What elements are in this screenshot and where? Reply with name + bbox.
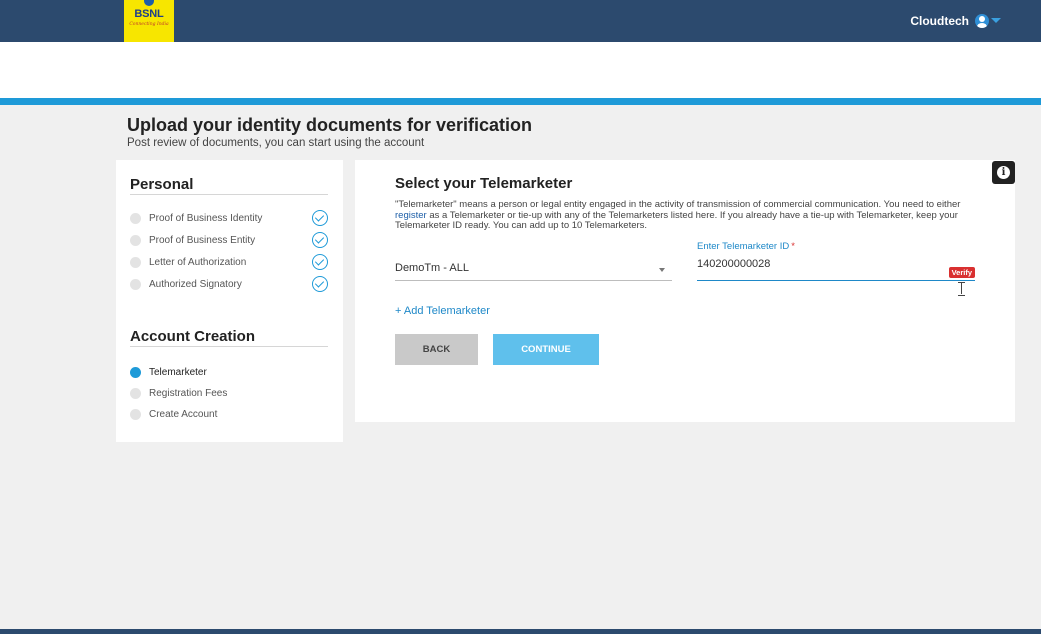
user-menu[interactable]: Cloudtech [910,12,989,30]
telemarketer-id-value: 140200000028 [697,258,771,270]
page-subtitle: Post review of documents, you can start … [127,137,425,149]
step-dot [130,234,141,246]
info-icon[interactable]: i [992,161,1015,184]
step-dot-active [130,366,141,378]
section-divider [130,346,328,347]
continue-button[interactable]: CONTINUE [493,334,599,365]
step-dot [130,408,141,420]
step-authorized-signatory[interactable]: Authorized Signatory [130,275,328,293]
back-button[interactable]: BACK [395,334,478,365]
step-label: Authorized Signatory [149,278,242,290]
telemarketer-id-label-text: Enter Telemarketer ID [697,241,790,252]
logo-brand-text: BSNL [134,8,164,20]
user-name: Cloudtech [910,14,969,28]
verify-button[interactable]: Verify [948,267,975,278]
section-heading-account-creation: Account Creation [130,328,256,345]
register-link[interactable]: register [395,210,427,221]
bsnl-logo[interactable]: BSNL Connecting India [124,0,174,42]
step-label: Proof of Business Entity [149,234,256,246]
dropdown-arrow-icon [659,268,665,272]
info-glyph: i [1001,167,1006,178]
footer-bar [0,629,1041,634]
telemarketer-select[interactable]: DemoTm - ALL [395,256,672,281]
required-mark: * [791,241,795,252]
logo-emblem-icon [144,0,154,6]
check-circle-icon [312,232,328,248]
telemarketer-id-input[interactable]: 140200000028 Verify [697,256,975,281]
step-label: Registration Fees [149,387,228,399]
telemarketer-card: Select your Telemarketer "Telemarketer" … [355,160,1015,422]
page-title: Upload your identity documents for verif… [127,115,533,135]
user-circle-icon [975,14,989,28]
text-cursor-icon [958,282,965,296]
section-heading-personal: Personal [130,176,194,193]
step-label: Create Account [149,408,218,420]
step-letter-of-authorization[interactable]: Letter of Authorization [130,253,328,271]
description-text: as a Telemarketer or tie-up with any of … [395,209,958,231]
check-circle-icon [312,210,328,226]
step-dot [130,278,141,290]
description-text: "Telemarketer" means a person or legal e… [395,199,961,210]
card-title: Select your Telemarketer [395,175,573,192]
step-proof-of-business-entity[interactable]: Proof of Business Entity [130,231,328,249]
step-label: Proof of Business Identity [149,212,263,224]
progress-sidebar: Personal Proof of Business Identity Proo… [116,160,343,442]
caret-down-icon[interactable] [991,18,1001,23]
add-telemarketer-link[interactable]: + Add Telemarketer [395,305,490,317]
step-telemarketer[interactable]: Telemarketer [130,363,328,381]
step-proof-of-business-identity[interactable]: Proof of Business Identity [130,209,328,227]
step-label: Letter of Authorization [149,256,247,268]
step-create-account[interactable]: Create Account [130,405,328,423]
step-dot [130,212,141,224]
step-registration-fees[interactable]: Registration Fees [130,384,328,402]
telemarketer-id-label: Enter Telemarketer ID * [697,241,795,252]
accent-band [0,98,1041,105]
check-circle-icon [312,254,328,270]
section-divider [130,194,328,195]
check-circle-icon [312,276,328,292]
telemarketer-select-value: DemoTm - ALL [395,262,469,274]
step-dot [130,387,141,399]
step-label: Telemarketer [149,366,207,378]
telemarketer-description: "Telemarketer" means a person or legal e… [395,199,985,232]
logo-tagline: Connecting India [129,22,169,27]
step-dot [130,256,141,268]
